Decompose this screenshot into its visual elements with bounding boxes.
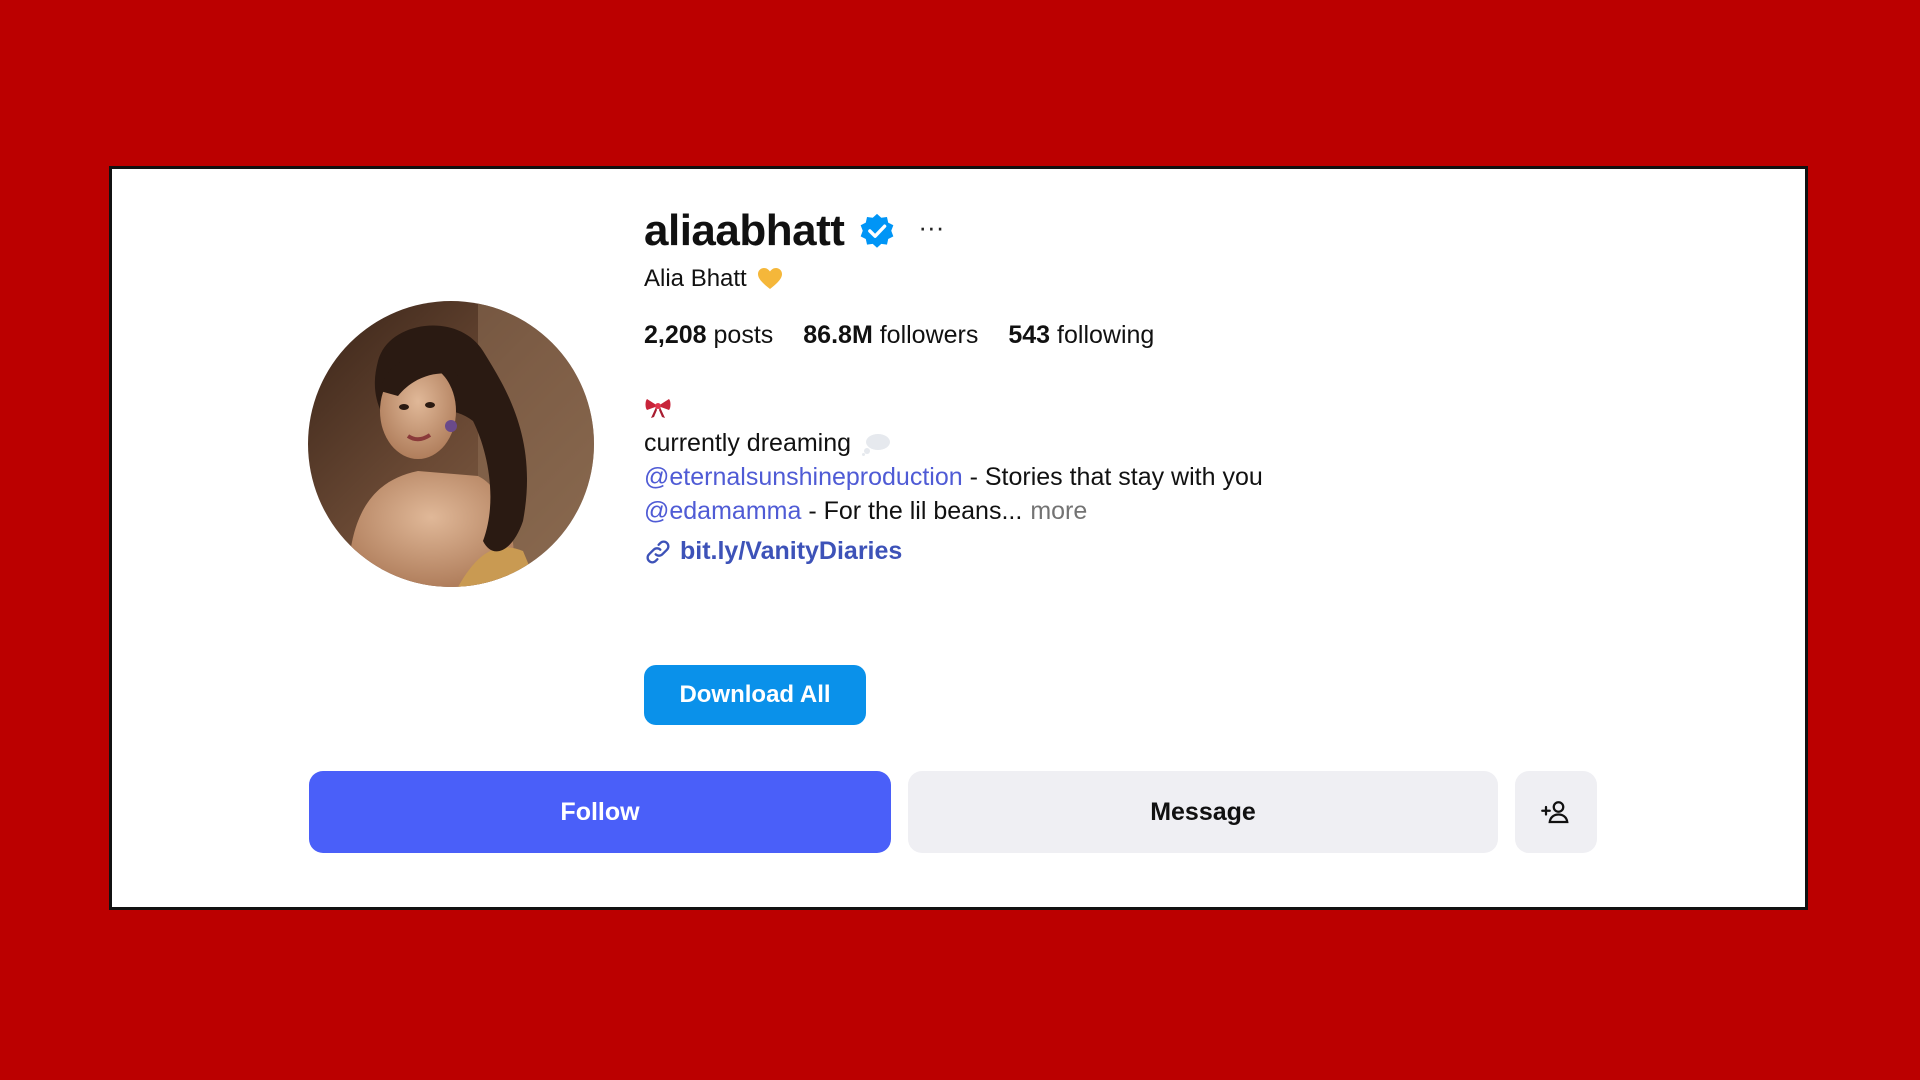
- full-name-row: Alia Bhatt: [644, 265, 783, 293]
- profile-card: aliaabhatt ··· Alia Bhatt 2,208 posts 86…: [109, 166, 1808, 910]
- yellow-heart-icon: [757, 267, 783, 291]
- bio-text: - Stories that stay with you: [962, 463, 1263, 491]
- profile-stats: 2,208 posts 86.8M followers 543 followin…: [644, 321, 1154, 350]
- more-options-icon[interactable]: ···: [918, 214, 944, 248]
- followers-count: 86.8M: [803, 321, 873, 349]
- followers-stat[interactable]: 86.8M followers: [803, 321, 978, 350]
- download-all-button[interactable]: Download All: [644, 665, 866, 725]
- bio-line-1: currently dreaming: [644, 429, 891, 458]
- username-row: aliaabhatt ···: [644, 203, 944, 259]
- add-user-button[interactable]: [1515, 771, 1597, 853]
- bio-line-2: @eternalsunshineproduction - Stories tha…: [644, 463, 1263, 492]
- verified-badge-icon: [858, 212, 896, 250]
- mention-link[interactable]: @eternalsunshineproduction: [644, 463, 963, 492]
- follow-button[interactable]: Follow: [309, 771, 891, 853]
- add-user-icon: [1541, 801, 1569, 824]
- bio-text: currently dreaming: [644, 429, 852, 457]
- followers-label: followers: [879, 321, 979, 349]
- avatar-photo: [308, 301, 594, 587]
- posts-stat[interactable]: 2,208 posts: [644, 321, 773, 350]
- profile-avatar[interactable]: [308, 301, 594, 587]
- ribbon-bow-icon: [644, 397, 672, 419]
- bio-text: - For the lil beans...: [801, 497, 1023, 525]
- mention-link[interactable]: @edamamma: [644, 497, 801, 526]
- bio-more-link[interactable]: more: [1030, 497, 1087, 526]
- posts-count: 2,208: [644, 321, 707, 349]
- username: aliaabhatt: [644, 206, 845, 255]
- message-button[interactable]: Message: [908, 771, 1498, 853]
- bio-line-3: @edamamma - For the lil beans... more: [644, 497, 1087, 526]
- following-count: 543: [1008, 321, 1051, 349]
- link-icon: [644, 538, 672, 566]
- following-label: following: [1057, 321, 1155, 349]
- thought-bubble-icon: [861, 432, 891, 456]
- following-stat[interactable]: 543 following: [1008, 321, 1154, 350]
- bio-link[interactable]: bit.ly/VanityDiaries: [644, 537, 902, 566]
- full-name: Alia Bhatt: [644, 265, 747, 292]
- posts-label: posts: [713, 321, 774, 349]
- bio-link-text: bit.ly/VanityDiaries: [680, 537, 903, 565]
